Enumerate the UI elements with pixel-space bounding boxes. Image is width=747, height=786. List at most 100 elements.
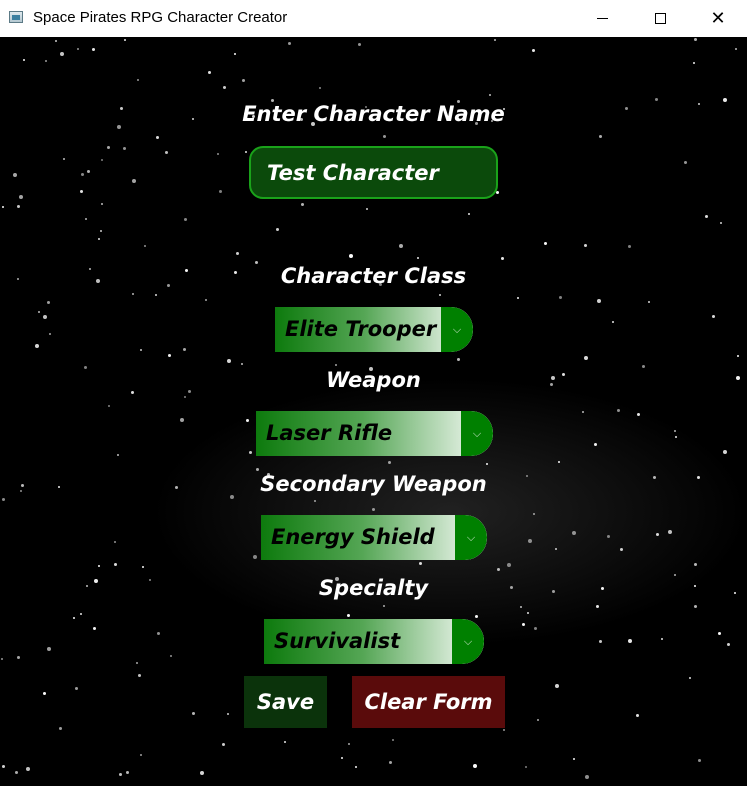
star [544,242,547,245]
star [705,215,708,218]
star [558,461,560,463]
star [497,568,500,571]
star [597,299,601,303]
star [253,555,257,559]
star [335,364,337,366]
secondary-weapon-dropdown[interactable]: Energy Shield ⌵ [261,515,487,560]
star [138,674,141,677]
minimize-button[interactable] [573,0,631,37]
star [612,321,614,323]
star [144,245,146,247]
star [628,245,631,248]
star [718,632,721,635]
star [184,396,186,398]
clear-form-button[interactable]: Clear Form [352,676,505,728]
star [727,643,730,646]
star [124,39,126,41]
star [457,358,460,361]
character-name-input[interactable] [249,146,498,199]
star [77,48,79,50]
weapon-dropdown[interactable]: Laser Rifle ⌵ [256,411,493,456]
star [349,254,353,258]
star [183,348,186,351]
star [55,40,57,42]
star [126,771,129,774]
star [585,775,589,779]
star [528,539,532,543]
star [389,761,392,764]
star [475,615,478,618]
star [582,411,584,413]
star [584,244,587,247]
star [517,297,519,299]
star [92,48,95,51]
specialty-dropdown[interactable]: Survivalist ⌵ [264,619,484,664]
star [555,548,557,550]
star [555,684,559,688]
star [140,754,142,756]
star [170,655,172,657]
character-name-label: Enter Character Name [242,102,505,126]
star [694,605,697,608]
maximize-icon [654,13,666,24]
star [85,218,87,220]
star [723,450,727,454]
close-button[interactable]: ✕ [689,0,747,37]
save-button[interactable]: Save [244,676,327,728]
star [156,136,159,139]
star [473,764,477,768]
star [388,461,391,464]
star [217,153,219,155]
close-icon: ✕ [710,7,726,29]
star [241,363,243,365]
star [132,293,134,295]
star [101,203,103,205]
star [222,743,225,746]
star [383,135,386,138]
star [532,49,535,52]
star [712,315,715,318]
star [123,147,126,150]
star [155,294,157,296]
star [674,430,676,432]
star [101,159,103,161]
star [117,454,119,456]
star [136,662,138,664]
specialty-label: Specialty [318,576,429,600]
star [200,771,204,775]
star [47,301,50,304]
star [256,468,259,471]
star [137,79,139,81]
star [399,244,403,248]
star [527,612,529,614]
star [599,640,602,643]
star [13,173,17,177]
star [694,563,697,566]
star [525,766,527,768]
star [132,179,136,183]
star [180,418,184,422]
star [392,739,394,741]
star [341,757,343,759]
star [573,758,575,760]
star [168,354,171,357]
star [73,617,75,619]
star [23,59,25,61]
star [655,98,658,101]
star [2,765,5,768]
star [43,315,47,319]
star [501,257,504,260]
star [503,729,505,731]
star [114,563,117,566]
star [684,161,687,164]
star [234,53,236,55]
star [737,355,739,357]
star [81,173,84,176]
maximize-button[interactable] [631,0,689,37]
star [494,39,496,41]
character-class-dropdown[interactable]: Elite Trooper ⌵ [275,307,473,352]
star [675,436,677,438]
star [648,301,650,303]
star [47,647,51,651]
star [227,713,229,715]
